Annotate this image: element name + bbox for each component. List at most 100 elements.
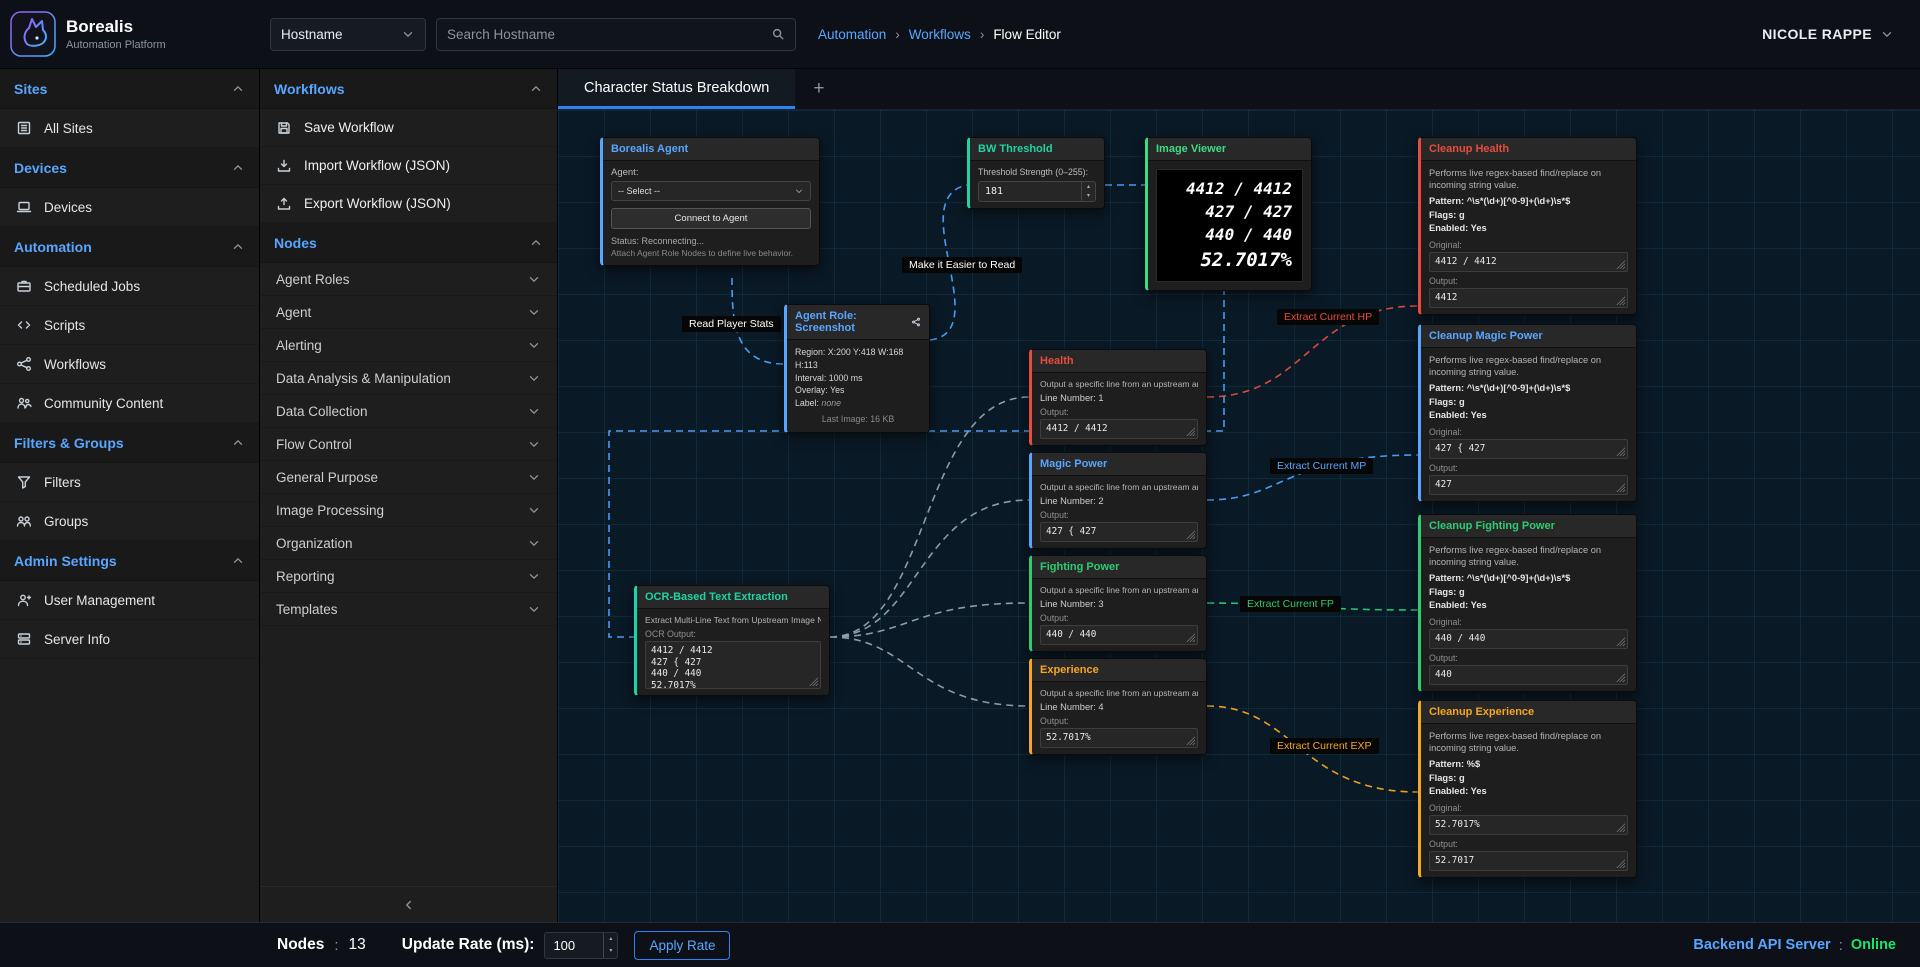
sidebar-section-devices[interactable]: Devices <box>0 148 259 188</box>
number-spinner[interactable]: ▴ ▾ <box>603 933 617 958</box>
threshold-value-input[interactable] <box>979 182 1081 201</box>
ocr-output-textarea[interactable]: 4412 / 4412 427 { 427 440 / 440 52.7017% <box>645 641 821 689</box>
sidebar-item-devices[interactable]: Devices <box>0 188 259 227</box>
output-textarea[interactable]: 440 <box>1429 665 1628 685</box>
output-textarea[interactable]: 440 / 440 <box>1040 625 1198 645</box>
update-rate-input[interactable] <box>545 933 603 958</box>
node-header[interactable]: BW Threshold <box>970 138 1104 161</box>
output-textarea[interactable]: 427 { 427 <box>1040 522 1198 542</box>
node-category-alerting[interactable]: Alerting <box>260 329 557 362</box>
original-textarea[interactable]: 52.7017% <box>1429 815 1628 835</box>
number-spinner[interactable]: ▴ ▾ <box>1081 182 1095 201</box>
spinner-up-icon[interactable]: ▴ <box>604 933 617 946</box>
output-textarea[interactable]: 4412 <box>1429 288 1628 308</box>
agent-select[interactable]: -- Select -- <box>611 181 811 201</box>
node-header[interactable]: Image Viewer <box>1148 138 1311 161</box>
sidebar-section-sites[interactable]: Sites <box>0 69 259 109</box>
sidebar-item-user-management[interactable]: User Management <box>0 581 259 620</box>
original-textarea[interactable]: 427 { 427 <box>1429 439 1628 459</box>
save-workflow-button[interactable]: Save Workflow <box>260 109 557 147</box>
node-health[interactable]: Health Output a specific line from an up… <box>1029 349 1207 446</box>
apply-rate-button[interactable]: Apply Rate <box>634 931 730 960</box>
output-textarea[interactable]: 427 <box>1429 475 1628 495</box>
edge-label-read-player-stats[interactable]: Read Player Stats <box>682 316 781 332</box>
workflows-panel-header[interactable]: Workflows <box>260 69 557 109</box>
output-textarea[interactable]: 4412 / 4412 <box>1040 419 1198 439</box>
breadcrumb-automation[interactable]: Automation <box>818 27 886 42</box>
search-input[interactable] <box>447 27 771 42</box>
add-tab-button[interactable]: + <box>795 69 842 109</box>
node-header[interactable]: Magic Power <box>1032 453 1206 476</box>
output-textarea[interactable]: 52.7017 <box>1429 851 1628 871</box>
export-workflow-button[interactable]: Export Workflow (JSON) <box>260 185 557 223</box>
sidebar-section-admin-settings[interactable]: Admin Settings <box>0 541 259 581</box>
node-agent-role-screenshot[interactable]: Agent Role: Screenshot Region: X:200 Y:4… <box>784 304 930 433</box>
node-experience[interactable]: Experience Output a specific line from a… <box>1029 658 1207 755</box>
sidebar-item-community-content[interactable]: Community Content <box>0 384 259 423</box>
node-header[interactable]: Fighting Power <box>1032 556 1206 579</box>
node-header[interactable]: Cleanup Fighting Power <box>1421 515 1636 538</box>
flow-canvas[interactable]: Borealis Agent Agent: -- Select -- Conne… <box>558 110 1920 922</box>
node-header[interactable]: Cleanup Experience <box>1421 701 1636 724</box>
sidebar-item-scheduled-jobs[interactable]: Scheduled Jobs <box>0 267 259 306</box>
sidebar-section-filters-groups[interactable]: Filters & Groups <box>0 423 259 463</box>
nodes-panel-header[interactable]: Nodes <box>260 223 557 263</box>
sidebar-item-scripts[interactable]: Scripts <box>0 306 259 345</box>
node-cleanup-experience[interactable]: Cleanup Experience Performs live regex-b… <box>1418 700 1637 878</box>
sidebar-section-automation[interactable]: Automation <box>0 227 259 267</box>
sidebar-item-all-sites[interactable]: All Sites <box>0 109 259 148</box>
node-category-organization[interactable]: Organization <box>260 527 557 560</box>
node-cleanup-magic-power[interactable]: Cleanup Magic Power Performs live regex-… <box>1418 324 1637 502</box>
node-category-image-processing[interactable]: Image Processing <box>260 494 557 527</box>
import-workflow-button[interactable]: Import Workflow (JSON) <box>260 147 557 185</box>
sidebar-item-filters[interactable]: Filters <box>0 463 259 502</box>
tab-character-status-breakdown[interactable]: Character Status Breakdown <box>558 69 795 109</box>
spinner-up-icon[interactable]: ▴ <box>1082 182 1095 192</box>
connect-to-agent-button[interactable]: Connect to Agent <box>611 208 811 229</box>
node-cleanup-health[interactable]: Cleanup Health Performs live regex-based… <box>1418 137 1637 315</box>
node-magic-power[interactable]: Magic Power Output a specific line from … <box>1029 452 1207 549</box>
share-icon[interactable] <box>911 317 921 327</box>
node-header[interactable]: OCR-Based Text Extraction <box>637 586 829 609</box>
node-header[interactable]: Health <box>1032 350 1206 373</box>
node-category-general-purpose[interactable]: General Purpose <box>260 461 557 494</box>
node-category-agent-roles[interactable]: Agent Roles <box>260 263 557 296</box>
node-image-viewer[interactable]: Image Viewer 4412 / 4412 427 / 427 440 /… <box>1145 137 1312 291</box>
node-category-data-collection[interactable]: Data Collection <box>260 395 557 428</box>
node-header[interactable]: Agent Role: Screenshot <box>787 305 929 340</box>
threshold-input[interactable]: ▴ ▾ <box>978 181 1096 202</box>
edge-label-extract-current-exp[interactable]: Extract Current EXP <box>1270 738 1379 754</box>
node-category-templates[interactable]: Templates <box>260 593 557 626</box>
original-textarea[interactable]: 440 / 440 <box>1429 629 1628 649</box>
output-textarea[interactable]: 52.7017% <box>1040 728 1198 748</box>
node-category-flow-control[interactable]: Flow Control <box>260 428 557 461</box>
edge-label-extract-current-mp[interactable]: Extract Current MP <box>1270 458 1373 474</box>
hostname-dropdown[interactable]: Hostname <box>270 18 426 51</box>
node-header[interactable]: Borealis Agent <box>603 138 819 161</box>
node-header[interactable]: Experience <box>1032 659 1206 682</box>
search-hostname-box[interactable] <box>436 18 796 51</box>
sidebar-item-workflows[interactable]: Workflows <box>0 345 259 384</box>
node-ocr-text-extraction[interactable]: OCR-Based Text Extraction Extract Multi-… <box>634 585 830 696</box>
node-cleanup-fighting-power[interactable]: Cleanup Fighting Power Performs live reg… <box>1418 514 1637 692</box>
original-textarea[interactable]: 4412 / 4412 <box>1429 252 1628 272</box>
node-header[interactable]: Cleanup Magic Power <box>1421 325 1636 348</box>
collapse-panel-button[interactable] <box>260 886 557 922</box>
node-category-agent[interactable]: Agent <box>260 296 557 329</box>
node-bw-threshold[interactable]: BW Threshold Threshold Strength (0–255):… <box>967 137 1105 209</box>
sidebar-item-groups[interactable]: Groups <box>0 502 259 541</box>
node-category-data-analysis[interactable]: Data Analysis & Manipulation <box>260 362 557 395</box>
node-header[interactable]: Cleanup Health <box>1421 138 1636 161</box>
sidebar-item-server-info[interactable]: Server Info <box>0 620 259 659</box>
spinner-down-icon[interactable]: ▾ <box>604 945 617 958</box>
edge-label-extract-current-fp[interactable]: Extract Current FP <box>1240 596 1341 612</box>
update-rate-input-wrap[interactable]: ▴ ▾ <box>544 932 618 959</box>
edge-label-make-it-easier-to-read[interactable]: Make it Easier to Read <box>902 257 1022 273</box>
user-menu[interactable]: NICOLE RAPPE <box>1762 26 1894 42</box>
node-borealis-agent[interactable]: Borealis Agent Agent: -- Select -- Conne… <box>600 137 820 266</box>
spinner-down-icon[interactable]: ▾ <box>1082 192 1095 202</box>
node-fighting-power[interactable]: Fighting Power Output a specific line fr… <box>1029 555 1207 652</box>
node-category-reporting[interactable]: Reporting <box>260 560 557 593</box>
edge-label-extract-current-hp[interactable]: Extract Current HP <box>1277 309 1379 325</box>
breadcrumb-workflows[interactable]: Workflows <box>909 27 971 42</box>
